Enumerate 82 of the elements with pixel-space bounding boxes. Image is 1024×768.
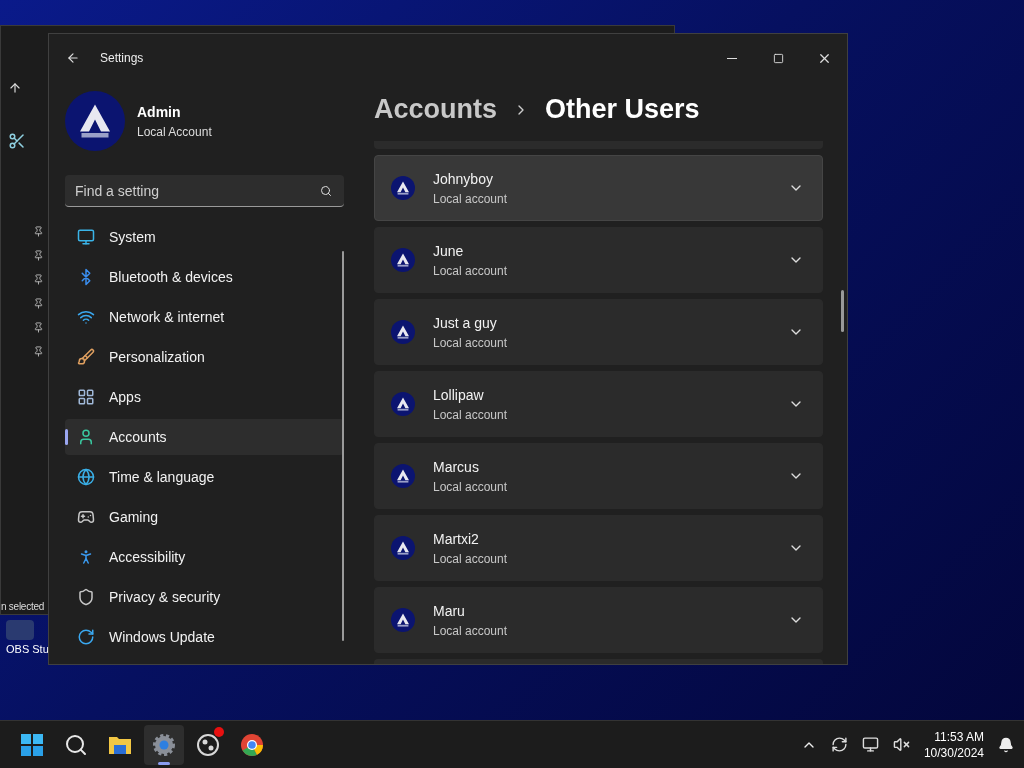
account-type: Local Account bbox=[137, 123, 212, 141]
pin-icon bbox=[33, 298, 44, 309]
pin-icon bbox=[33, 274, 44, 285]
update-icon bbox=[77, 628, 95, 646]
user-row[interactable]: Just a guy Local account bbox=[374, 299, 823, 366]
windows-logo-icon bbox=[20, 732, 44, 757]
page-title: Other Users bbox=[545, 93, 700, 127]
notification-bell-icon[interactable] bbox=[998, 736, 1014, 753]
nav-item[interactable]: Network & internet bbox=[65, 299, 344, 335]
nav-item[interactable]: Time & language bbox=[65, 459, 344, 495]
user-row[interactable]: Lollipaw Local account bbox=[374, 371, 823, 438]
account-type: Local account bbox=[433, 262, 508, 280]
nav-item[interactable]: Accessibility bbox=[65, 539, 344, 575]
selection-indicator bbox=[65, 429, 68, 445]
person-icon bbox=[77, 428, 95, 446]
user-name: Marcus bbox=[433, 457, 480, 477]
user-row[interactable]: Martxi2 Local account bbox=[374, 515, 823, 582]
browser-icon bbox=[240, 732, 264, 757]
record-icon bbox=[196, 732, 220, 757]
nav-item[interactable]: Gaming bbox=[65, 499, 344, 535]
nav-item[interactable]: Bluetooth & devices bbox=[65, 259, 344, 295]
account-type: Local account bbox=[433, 334, 508, 352]
user-avatar bbox=[391, 536, 415, 561]
user-avatar bbox=[391, 176, 415, 201]
minimize-icon bbox=[727, 57, 737, 59]
user-row[interactable]: Johnyboy Local account bbox=[374, 155, 823, 222]
sync-icon[interactable] bbox=[830, 736, 848, 753]
user-name: June bbox=[433, 241, 465, 261]
breadcrumb-link[interactable]: Accounts bbox=[374, 89, 498, 130]
search-icon[interactable] bbox=[320, 185, 332, 197]
nav-item[interactable]: System bbox=[65, 219, 344, 255]
user-name: Just a guy bbox=[433, 313, 498, 333]
scrollbar[interactable] bbox=[342, 251, 344, 641]
user-row[interactable]: Marcus Local account bbox=[374, 443, 823, 510]
wifi-icon bbox=[77, 308, 95, 326]
muted-speaker-icon[interactable] bbox=[892, 736, 910, 753]
profile-avatar bbox=[65, 91, 125, 151]
nav-item[interactable]: Privacy & security bbox=[65, 579, 344, 615]
pin-icon bbox=[33, 346, 44, 357]
maximize-icon bbox=[772, 52, 784, 64]
user-row[interactable]: Maru Local account bbox=[374, 587, 823, 654]
monitor-icon bbox=[77, 228, 95, 246]
apps-icon bbox=[77, 388, 95, 406]
user-avatar bbox=[391, 608, 415, 633]
account-type: Local account bbox=[433, 622, 508, 640]
search-field[interactable]: Find a setting bbox=[65, 175, 344, 207]
nav-item[interactable]: Windows Update bbox=[65, 619, 344, 655]
profile-name: Admin bbox=[137, 102, 182, 122]
user-avatar bbox=[391, 320, 415, 345]
user-name: Lollipaw bbox=[433, 385, 485, 405]
gear-icon bbox=[152, 732, 176, 757]
user-name: Johnyboy bbox=[433, 169, 494, 189]
pin-icon bbox=[33, 322, 44, 333]
pin-icon bbox=[33, 226, 44, 237]
scrollbar[interactable] bbox=[841, 290, 844, 332]
account-type: Local account bbox=[433, 550, 508, 568]
user-avatar bbox=[391, 464, 415, 489]
search-icon bbox=[64, 732, 88, 757]
user-avatar bbox=[391, 392, 415, 417]
nav-item[interactable]: Personalization bbox=[65, 339, 344, 375]
desktop-icon-label[interactable]: OBS Stu bbox=[6, 644, 49, 655]
user-name: Martxi2 bbox=[433, 529, 480, 549]
status-text: n selected bbox=[1, 600, 45, 614]
globe-icon bbox=[77, 468, 95, 486]
brush-icon bbox=[77, 348, 95, 366]
account-type: Local account bbox=[433, 406, 508, 424]
account-type: Local account bbox=[433, 478, 508, 496]
network-icon[interactable] bbox=[861, 736, 879, 753]
shield-icon bbox=[77, 588, 95, 606]
clock[interactable]: 11:53 AM 10/30/2024 bbox=[923, 728, 984, 761]
nav-item[interactable]: Apps bbox=[65, 379, 344, 415]
pin-icon bbox=[33, 250, 44, 261]
user-row[interactable]: June Local account bbox=[374, 227, 823, 294]
user-avatar bbox=[391, 248, 415, 273]
active-indicator bbox=[158, 761, 170, 765]
user-name: Maru bbox=[433, 601, 466, 621]
window-title: Settings bbox=[100, 50, 144, 67]
nav-item[interactable]: Accounts bbox=[65, 419, 344, 455]
gamepad-icon bbox=[77, 508, 95, 526]
account-type: Local account bbox=[433, 190, 508, 208]
scissors-icon[interactable] bbox=[8, 132, 26, 150]
back-icon[interactable] bbox=[66, 51, 80, 65]
